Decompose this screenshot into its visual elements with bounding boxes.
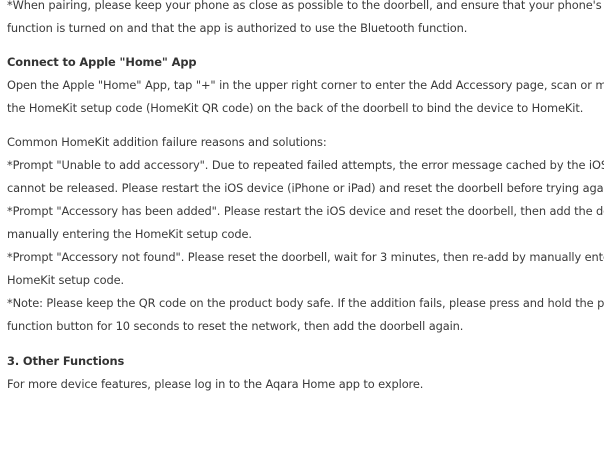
text-line: manually entering the HomeKit setup code… [7,227,252,241]
section-heading: Connect to Apple "Home" App [7,55,197,69]
document-body: *When pairing, please keep your phone as… [7,0,604,396]
text-line: Common HomeKit addition failure reasons … [7,135,327,149]
section-heading: 3. Other Functions [7,354,125,368]
homekit-section: Connect to Apple "Home" App Open the App… [7,51,604,120]
text-line: HomeKit setup code. [7,273,125,287]
text-line: For more device features, please log in … [7,377,424,391]
text-line: *Note: Please keep the QR code on the pr… [7,296,604,310]
text-line: *Prompt "Accessory has been added". Plea… [7,204,604,218]
text-line: *When pairing, please keep your phone as… [7,0,604,12]
text-line: function button for 10 seconds to reset … [7,319,464,333]
failure-reasons-section: Common HomeKit addition failure reasons … [7,131,604,338]
pairing-note-paragraph: *When pairing, please keep your phone as… [7,0,604,40]
other-functions-section: 3. Other Functions For more device featu… [7,350,604,396]
text-line: function is turned on and that the app i… [7,21,468,35]
text-line: *Prompt "Accessory not found". Please re… [7,250,604,264]
text-line: cannot be released. Please restart the i… [7,181,604,195]
text-line: Open the Apple "Home" App, tap "+" in th… [7,78,604,92]
text-line: *Prompt "Unable to add accessory". Due t… [7,158,604,172]
text-line: the HomeKit setup code (HomeKit QR code)… [7,101,584,115]
